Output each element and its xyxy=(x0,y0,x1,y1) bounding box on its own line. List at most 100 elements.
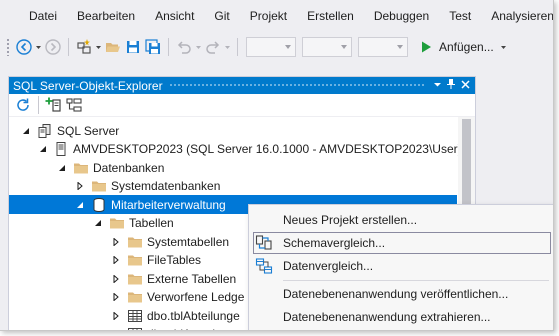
tree-node-label: Externe Tabellen xyxy=(147,271,237,286)
tree-node-label: dbo.tblAnreden xyxy=(147,327,228,330)
standard-toolbar: Anfügen... xyxy=(0,33,553,61)
expanded-arrow-icon[interactable] xyxy=(57,163,67,173)
server-icon xyxy=(53,141,69,157)
menu-test[interactable]: Test xyxy=(439,0,481,32)
menu-datei[interactable]: Datei xyxy=(19,0,67,32)
new-project-icon[interactable] xyxy=(75,37,93,57)
collapsed-arrow-icon[interactable] xyxy=(111,311,121,321)
add-sql-server-icon[interactable] xyxy=(45,95,63,115)
collapsed-arrow-icon[interactable] xyxy=(111,237,121,247)
menu-erstellen[interactable]: Erstellen xyxy=(297,0,364,32)
menu-item-schema-compare[interactable]: Schemavergleich... xyxy=(249,231,553,255)
tree-node-label: Systemtabellen xyxy=(147,234,230,249)
menu-item-extract-data-tier[interactable]: Datenebenenanwendung extrahieren... xyxy=(249,305,553,329)
redo-icon[interactable] xyxy=(204,37,222,57)
tree-node-label: Verworfene Ledge xyxy=(147,290,245,304)
empty-icon-slot xyxy=(251,282,277,306)
context-menu: Neues Projekt erstellen... Schemaverglei… xyxy=(248,204,553,330)
undo-dropdown-icon[interactable] xyxy=(195,37,202,57)
expanded-arrow-icon[interactable] xyxy=(75,200,85,210)
toolbar-separator xyxy=(38,96,39,114)
start-debugging-button[interactable]: Anfügen... xyxy=(419,40,494,54)
play-icon xyxy=(422,41,431,53)
refresh-icon[interactable] xyxy=(14,95,32,115)
window-position-dropdown-icon[interactable] xyxy=(430,80,444,92)
menu-item-data-compare[interactable]: Datenvergleich... xyxy=(249,254,553,278)
focus-rectangle xyxy=(253,232,551,254)
start-button-label: Anfügen... xyxy=(439,40,494,54)
tree-node[interactable]: Datenbanken xyxy=(9,158,457,177)
close-icon[interactable] xyxy=(458,79,472,92)
tree-node-label: FileTables xyxy=(147,253,202,267)
toolbar-separator xyxy=(68,38,69,56)
folder-icon xyxy=(91,178,107,194)
table-icon xyxy=(127,308,143,324)
menu-analysieren[interactable]: Analysieren xyxy=(481,0,553,32)
open-folder-icon[interactable] xyxy=(104,37,122,57)
folder-icon xyxy=(109,215,125,231)
forward-icon[interactable] xyxy=(44,37,62,57)
menu-ansicht[interactable]: Ansicht xyxy=(145,0,204,32)
solution-configuration-dropdown[interactable] xyxy=(246,37,296,57)
folder-icon xyxy=(73,160,89,176)
menu-separator xyxy=(283,280,549,281)
tree-node-label: Tabellen xyxy=(129,216,174,230)
tree-node-label: AMVDESKTOP2023 (SQL Server 16.0.1000 - A… xyxy=(73,142,462,156)
tree-node-label: Systemdatenbanken xyxy=(111,179,221,193)
collapsed-arrow-icon[interactable] xyxy=(111,255,121,265)
panel-title: SQL Server-Objekt-Explorer xyxy=(13,78,163,93)
toolbar-separator xyxy=(237,38,238,56)
back-dropdown-icon[interactable] xyxy=(35,37,42,57)
pin-icon[interactable] xyxy=(444,78,458,93)
tree-node[interactable]: AMVDESKTOP2023 (SQL Server 16.0.1000 - A… xyxy=(9,140,462,159)
group-by-icon[interactable] xyxy=(65,95,83,115)
tree-node-label: SQL Server xyxy=(57,123,120,138)
tree-node-label: dbo.tblAbteilunge xyxy=(147,308,240,323)
table-icon xyxy=(127,326,143,330)
folder-icon xyxy=(127,252,143,268)
expanded-arrow-icon[interactable] xyxy=(93,218,103,228)
collapsed-arrow-icon[interactable] xyxy=(111,274,121,284)
title-grip xyxy=(168,83,424,88)
back-icon[interactable] xyxy=(15,37,33,57)
visual-studio-window: Datei Bearbeiten Ansicht Git Projekt Ers… xyxy=(0,0,554,331)
menu-item-publish-data-tier[interactable]: Datenebenenanwendung veröffentlichen... xyxy=(249,282,553,306)
undo-icon[interactable] xyxy=(175,37,193,57)
collapsed-arrow-icon[interactable] xyxy=(111,329,121,330)
new-dropdown-icon[interactable] xyxy=(95,37,102,57)
folder-icon xyxy=(127,271,143,287)
menu-bearbeiten[interactable]: Bearbeiten xyxy=(67,0,145,32)
folder-icon xyxy=(127,234,143,250)
menu-bar: Datei Bearbeiten Ansicht Git Projekt Ers… xyxy=(0,0,553,32)
menu-debuggen[interactable]: Debuggen xyxy=(364,0,439,32)
menu-item-label: Datenvergleich... xyxy=(283,259,374,273)
menu-item-label: Datenebenenanwendung extrahieren... xyxy=(283,310,491,324)
redo-dropdown-icon[interactable] xyxy=(224,37,231,57)
tree-node[interactable]: SQL Server xyxy=(9,121,457,140)
menu-git[interactable]: Git xyxy=(204,0,239,32)
expanded-arrow-icon[interactable] xyxy=(21,126,31,136)
menu-projekt[interactable]: Projekt xyxy=(240,0,297,32)
database-icon xyxy=(91,197,107,213)
server-group-icon xyxy=(37,123,53,139)
start-dropdown-icon[interactable] xyxy=(500,37,507,57)
tree-node-label: Datenbanken xyxy=(93,160,165,175)
save-all-icon[interactable] xyxy=(144,37,162,57)
panel-title-bar[interactable]: SQL Server-Objekt-Explorer xyxy=(9,77,475,94)
expanded-arrow-icon[interactable] xyxy=(39,144,47,154)
solution-platform-dropdown[interactable] xyxy=(302,37,352,57)
toolbar-grip[interactable] xyxy=(6,38,10,56)
startup-item-dropdown[interactable] xyxy=(358,37,408,57)
menu-item-label: Neues Projekt erstellen... xyxy=(283,213,418,227)
empty-icon-slot xyxy=(251,208,277,232)
tree-node-label: Mitarbeiterverwaltung xyxy=(111,197,226,212)
collapsed-arrow-icon[interactable] xyxy=(75,181,85,191)
tree-node[interactable]: Systemdatenbanken xyxy=(9,177,457,196)
toolbar-separator xyxy=(168,38,169,56)
collapsed-arrow-icon[interactable] xyxy=(111,292,121,302)
empty-icon-slot xyxy=(251,305,277,329)
menu-item-new-project[interactable]: Neues Projekt erstellen... xyxy=(249,208,553,232)
save-icon[interactable] xyxy=(124,37,142,57)
data-compare-icon xyxy=(251,254,277,278)
panel-toolbar xyxy=(9,94,475,117)
